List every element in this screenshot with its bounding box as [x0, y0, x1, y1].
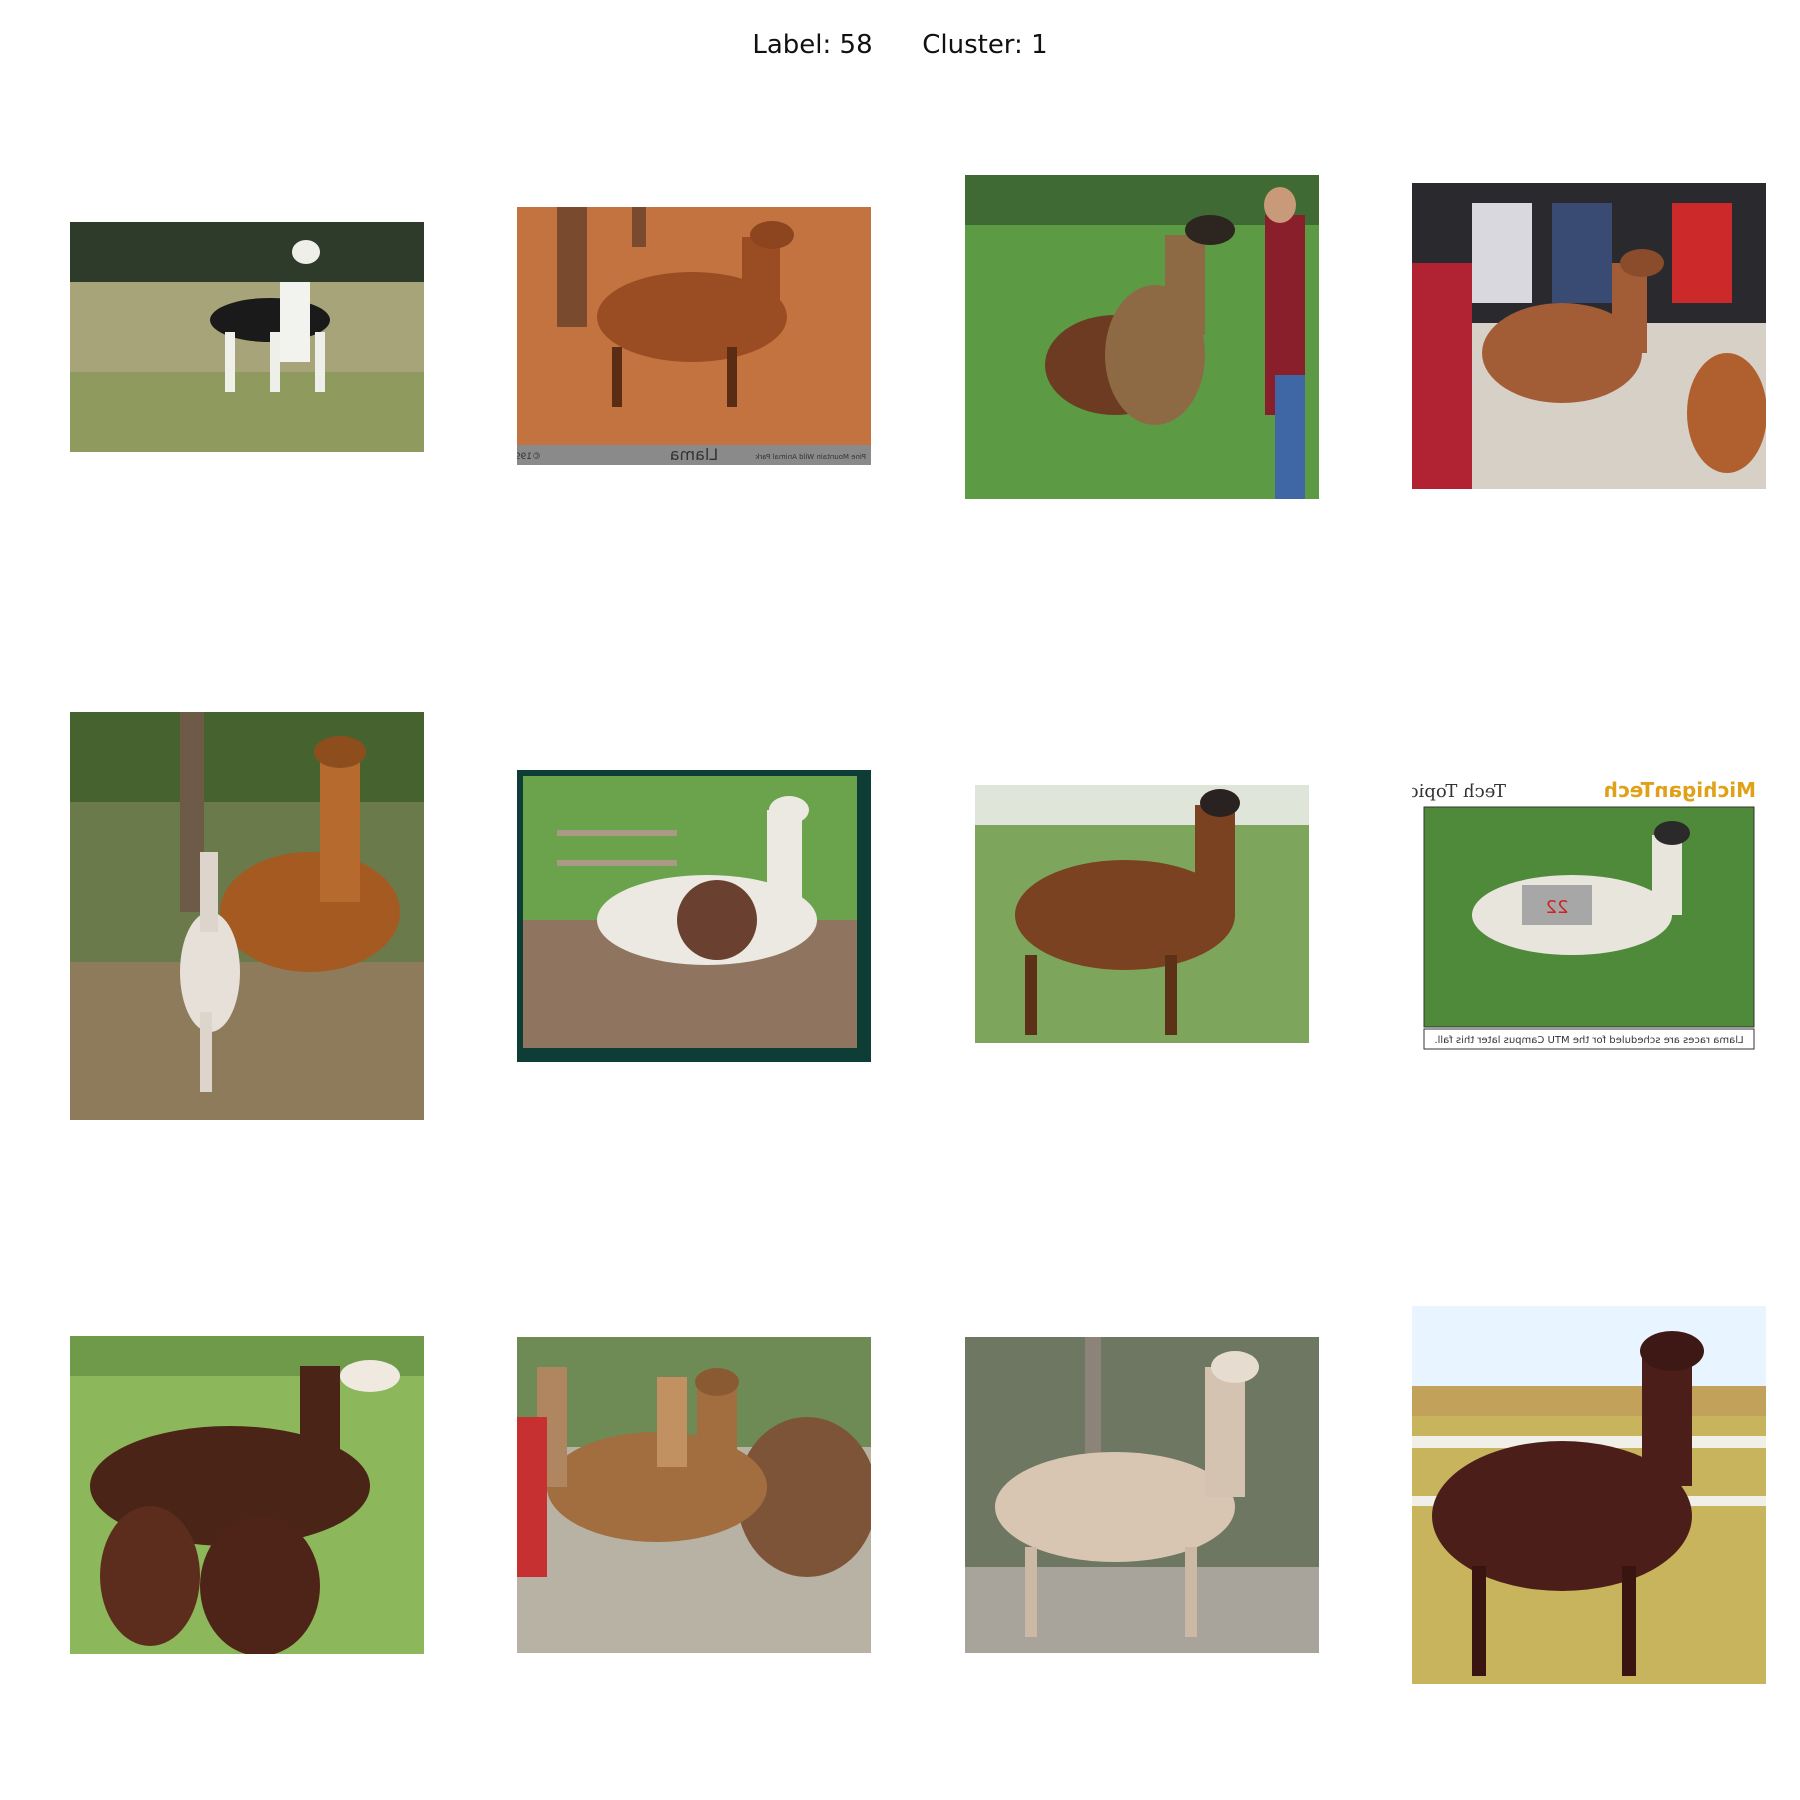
llama-photo-2: Llama ©1998 zoo.net Pine Mountain Wild A… [517, 207, 871, 465]
photo-8-header-left: Tech Topics [1412, 781, 1506, 802]
llama-photo-6 [517, 770, 871, 1062]
llama-photo-7 [965, 775, 1319, 1053]
photo-2-caption-left: ©1998 zoo.net [517, 452, 541, 462]
llama-photo-10 [517, 1337, 871, 1653]
llama-photo-9 [70, 1336, 424, 1654]
llama-photo-4 [1412, 183, 1766, 489]
photo-8-number: 22 [1546, 897, 1569, 918]
photo-2-caption-center: Llama [670, 445, 719, 464]
photo-8-header-right: MichiganTech [1604, 778, 1756, 802]
llama-photo-8: Tech Topics MichiganTech 22 Llama races … [1412, 775, 1766, 1052]
llama-photo-12 [1412, 1306, 1766, 1684]
photo-8-caption: Llama races are scheduled for the MTU Ca… [1434, 1035, 1743, 1046]
figure-title: Label: 58 Cluster: 1 [0, 30, 1800, 60]
llama-photo-3 [965, 175, 1319, 499]
cluster-text: Cluster: 1 [922, 30, 1048, 60]
llama-photo-5 [70, 712, 424, 1120]
llama-photo-11 [965, 1337, 1319, 1653]
photo-2-caption-right: Pine Mountain Wild Animal Park [754, 453, 866, 461]
label-text: Label: 58 [752, 30, 873, 60]
llama-photo-1 [70, 222, 424, 452]
